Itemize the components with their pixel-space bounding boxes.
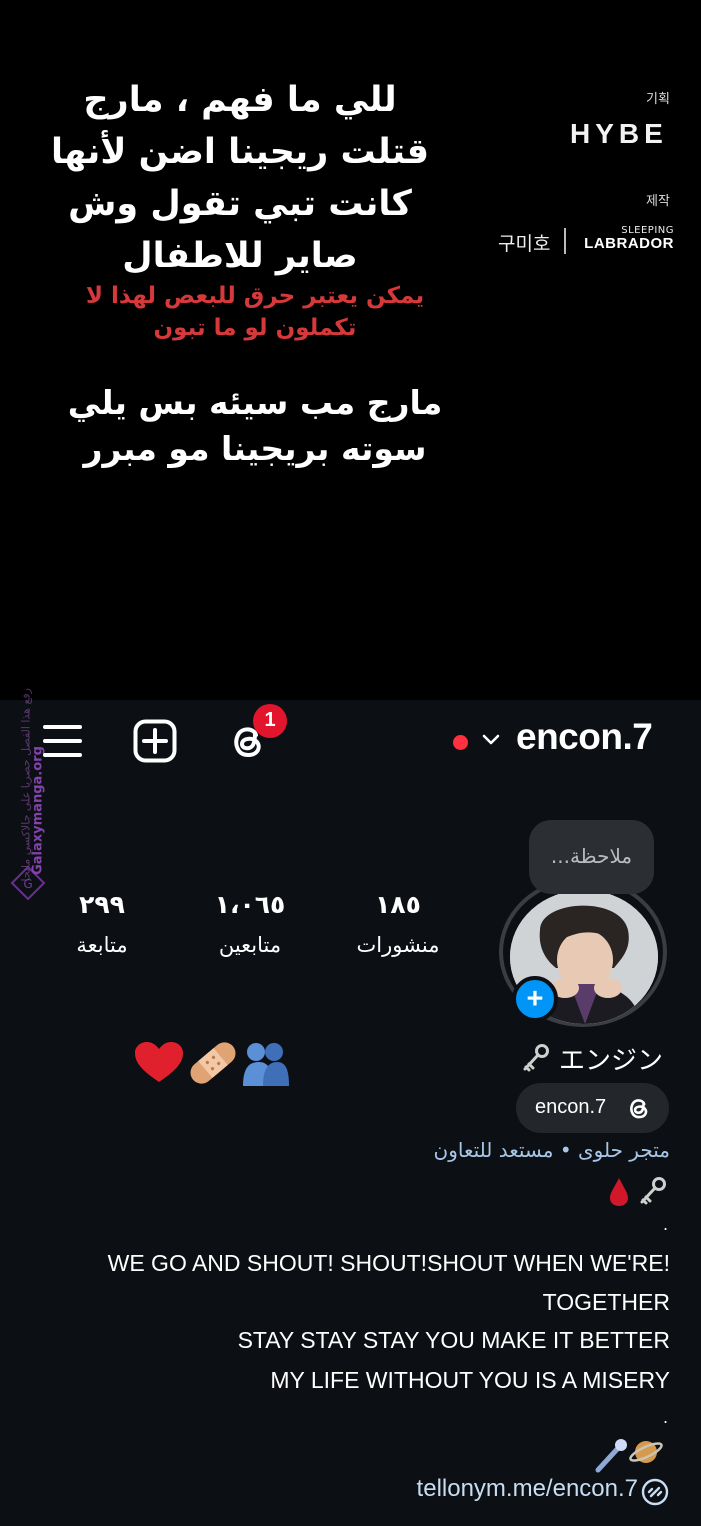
following-label: متابعة bbox=[76, 933, 128, 957]
stat-followers[interactable]: ١،٠٦٥ متابعين bbox=[175, 890, 325, 957]
posts-count: ١٨٥ bbox=[375, 890, 421, 919]
credit-divider bbox=[564, 228, 566, 254]
notification-badge: 1 bbox=[253, 704, 287, 738]
spoiler-warning-text: يمكن يعتبر حرق للبعص لهذا لا تكملون لو م… bbox=[85, 283, 425, 341]
bio-line: TOGETHER bbox=[542, 1289, 670, 1315]
note-bubble[interactable]: ملاحظة... bbox=[529, 820, 654, 894]
svg-text:G: G bbox=[23, 877, 32, 891]
stat-following[interactable]: ٢٩٩ متابعة bbox=[27, 890, 177, 957]
threads-handle-text: encon.7 bbox=[535, 1096, 607, 1118]
bio-line-dot: . bbox=[663, 1215, 669, 1234]
note-placeholder: ملاحظة... bbox=[550, 844, 633, 868]
watermark: رفع هذا الفصل حصريا على جالاكسي مانجا Ga… bbox=[6, 688, 46, 905]
threads-handle-button[interactable]: encon.7 bbox=[516, 1083, 669, 1133]
drop-of-blood-icon bbox=[610, 1178, 628, 1206]
add-story-button[interactable]: + bbox=[512, 976, 558, 1022]
posts-label: منشورات bbox=[356, 933, 440, 957]
followers-label: متابعين bbox=[218, 933, 282, 957]
caption-panel: للي ما فهم ، مارج قتلت ريجينا اضن لأنها … bbox=[0, 0, 701, 700]
bio-emoji bbox=[610, 1177, 666, 1206]
followers-count: ١،٠٦٥ bbox=[214, 890, 286, 919]
add-icon[interactable] bbox=[133, 719, 177, 763]
following-count: ٢٩٩ bbox=[79, 890, 125, 919]
space-emoji bbox=[595, 1439, 663, 1473]
status-dot bbox=[453, 735, 468, 750]
display-name-text: エンジン bbox=[559, 1046, 664, 1076]
threads-small-icon bbox=[630, 1099, 648, 1119]
plan-label: 기획 bbox=[646, 92, 670, 107]
profile-category: متجر حلوى • مستعد للتعاون bbox=[433, 1138, 670, 1162]
caption-text-2: مارج مب سيئه بس يلي سوته بريجينا مو مبرر bbox=[67, 383, 443, 468]
bio-line: MY LIFE WITHOUT YOU IS A MISERY bbox=[270, 1367, 670, 1393]
studio-logo-bottom: LABRADOR bbox=[584, 235, 674, 252]
link-icon bbox=[641, 1478, 669, 1506]
heart-icon bbox=[135, 1042, 183, 1082]
studio-gumiho: 구미호 bbox=[498, 233, 551, 255]
bio-line: WE GO AND SHOUT! SHOUT!SHOUT WHEN WE'RE! bbox=[107, 1250, 670, 1276]
display-name: エンジン bbox=[517, 1039, 677, 1079]
emoji-row bbox=[135, 1042, 289, 1086]
bio-line-dot: . bbox=[663, 1408, 669, 1427]
bio-link[interactable]: tellonym.me/encon.7 bbox=[380, 1475, 670, 1503]
bio-link-text[interactable]: tellonym.me/encon.7 bbox=[417, 1475, 638, 1502]
caption-text: للي ما فهم ، مارج قتلت ريجينا اضن لأنها … bbox=[50, 80, 430, 276]
profile-username[interactable]: encon.7 bbox=[516, 716, 653, 758]
comet-icon bbox=[595, 1439, 627, 1473]
bio-line: STAY STAY STAY YOU MAKE IT BETTER bbox=[237, 1327, 670, 1353]
hybe-logo: HYBE bbox=[570, 118, 668, 149]
menu-icon[interactable] bbox=[43, 725, 83, 757]
key-icon bbox=[640, 1177, 666, 1205]
people-hugging-icon bbox=[243, 1043, 289, 1086]
chevron-down-icon[interactable] bbox=[481, 732, 501, 748]
ringed-planet-icon bbox=[629, 1441, 663, 1463]
key-icon bbox=[523, 1044, 549, 1072]
stat-posts[interactable]: ١٨٥ منشورات bbox=[323, 890, 473, 957]
bandage-icon bbox=[190, 1042, 236, 1084]
studio-sleeping-labrador-logo: SLEEPING LABRADOR bbox=[580, 226, 674, 252]
production-label: 제작 bbox=[646, 194, 670, 209]
instagram-profile: رفع هذا الفصل حصريا على جالاكسي مانجا Ga… bbox=[0, 688, 701, 1526]
